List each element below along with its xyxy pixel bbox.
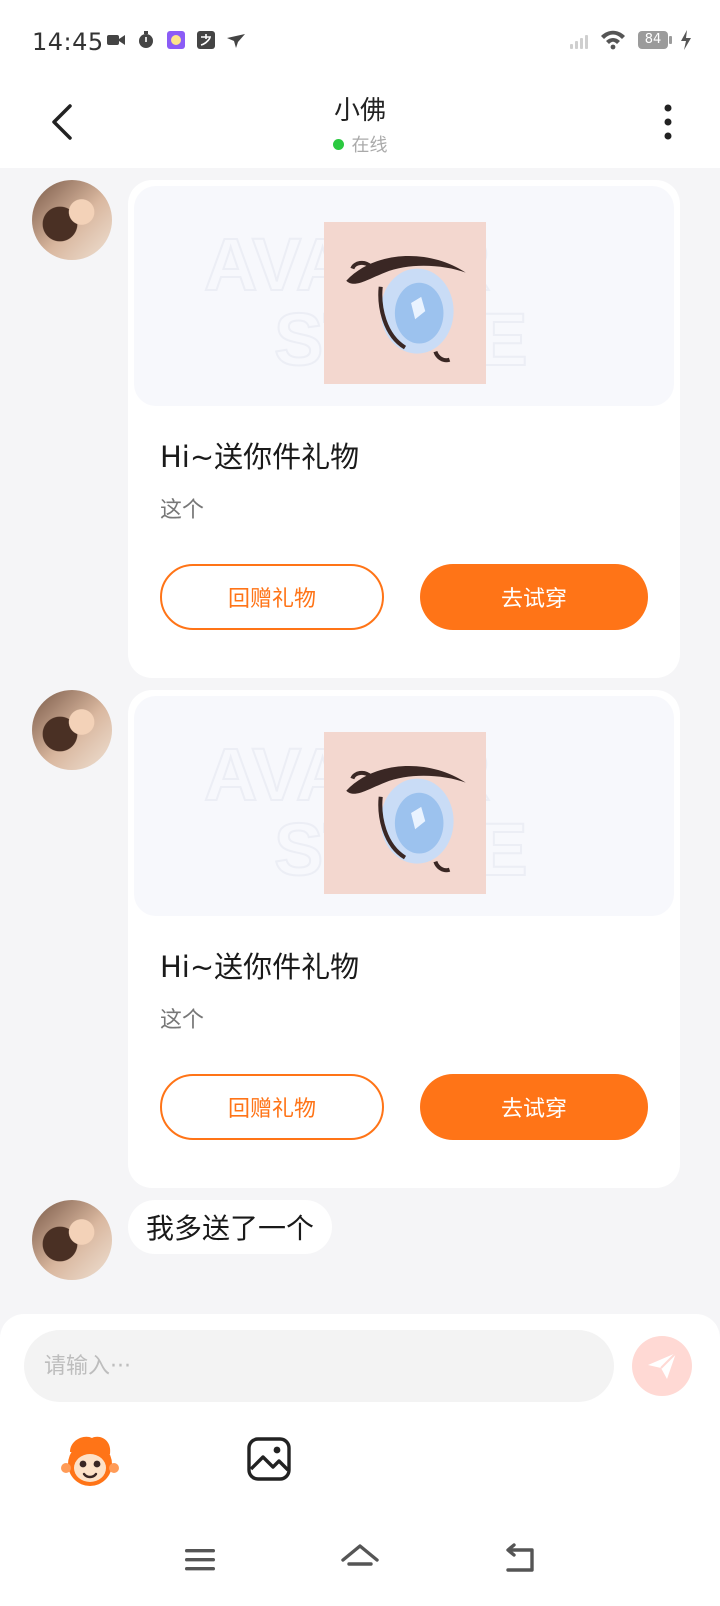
chat-header: 小佛 在线 — [0, 84, 720, 168]
gift-banner: AVATAR STORE — [134, 186, 674, 406]
online-status-label: 在线 — [351, 135, 388, 156]
gift-subtitle: 这个 — [160, 498, 205, 523]
contact-name: 小佛 — [333, 96, 386, 126]
status-notification-icons — [106, 30, 246, 50]
online-status: 在线 — [0, 131, 720, 157]
back-icon[interactable] — [498, 1538, 542, 1582]
return-gift-button[interactable]: 回赠礼物 — [160, 564, 384, 630]
message-input[interactable] — [24, 1330, 614, 1402]
status-time: 14:45 — [32, 28, 104, 56]
charging-icon — [681, 30, 691, 50]
home-icon[interactable] — [338, 1538, 382, 1582]
timer-icon — [139, 31, 153, 48]
online-dot-icon — [332, 138, 344, 150]
status-bar: 14:45 84 — [0, 0, 720, 84]
avatar[interactable] — [32, 1200, 112, 1280]
wifi-icon — [601, 30, 625, 50]
gift-banner: AVATAR STORE — [134, 696, 674, 916]
image-picker-icon[interactable] — [246, 1436, 292, 1482]
status-system-icons: 84 — [570, 30, 692, 50]
avatar[interactable] — [32, 180, 112, 260]
video-icon — [107, 35, 125, 45]
more-options-button[interactable] — [656, 102, 680, 142]
menu-icon[interactable] — [178, 1538, 222, 1582]
send-button[interactable] — [632, 1336, 692, 1396]
gift-eye-image — [324, 732, 486, 894]
app-icon — [167, 31, 185, 49]
return-gift-button[interactable]: 回赠礼物 — [160, 1074, 384, 1140]
send-icon — [648, 1352, 677, 1379]
send-app-icon — [227, 34, 245, 48]
battery-icon: 84 — [638, 31, 672, 49]
signal-icon — [570, 31, 588, 49]
gift-card[interactable]: AVATAR STORE Hi~送你件礼物 这个 回赠礼物 去试穿 — [128, 180, 680, 678]
message-bubble[interactable]: 我多送了一个 — [128, 1200, 333, 1254]
emoji-mascot-icon[interactable] — [60, 1434, 120, 1490]
gift-eye-image — [324, 222, 486, 384]
gift-title: Hi~送你件礼物 — [160, 440, 360, 474]
try-on-button[interactable]: 去试穿 — [420, 564, 648, 630]
header-title-block: 小佛 在线 — [0, 90, 720, 157]
gift-subtitle: 这个 — [160, 1008, 205, 1033]
try-on-button[interactable]: 去试穿 — [420, 1074, 648, 1140]
gift-card[interactable]: AVATAR STORE Hi~送你件礼物 这个 回赠礼物 去试穿 — [128, 690, 680, 1188]
message-list[interactable]: AVATAR STORE Hi~送你件礼物 这个 回赠礼物 去试穿 — [0, 168, 720, 1314]
system-navigation-bar — [0, 1520, 720, 1606]
gift-title: Hi~送你件礼物 — [160, 950, 360, 984]
avatar[interactable] — [32, 690, 112, 770]
alipay-icon — [197, 31, 215, 49]
